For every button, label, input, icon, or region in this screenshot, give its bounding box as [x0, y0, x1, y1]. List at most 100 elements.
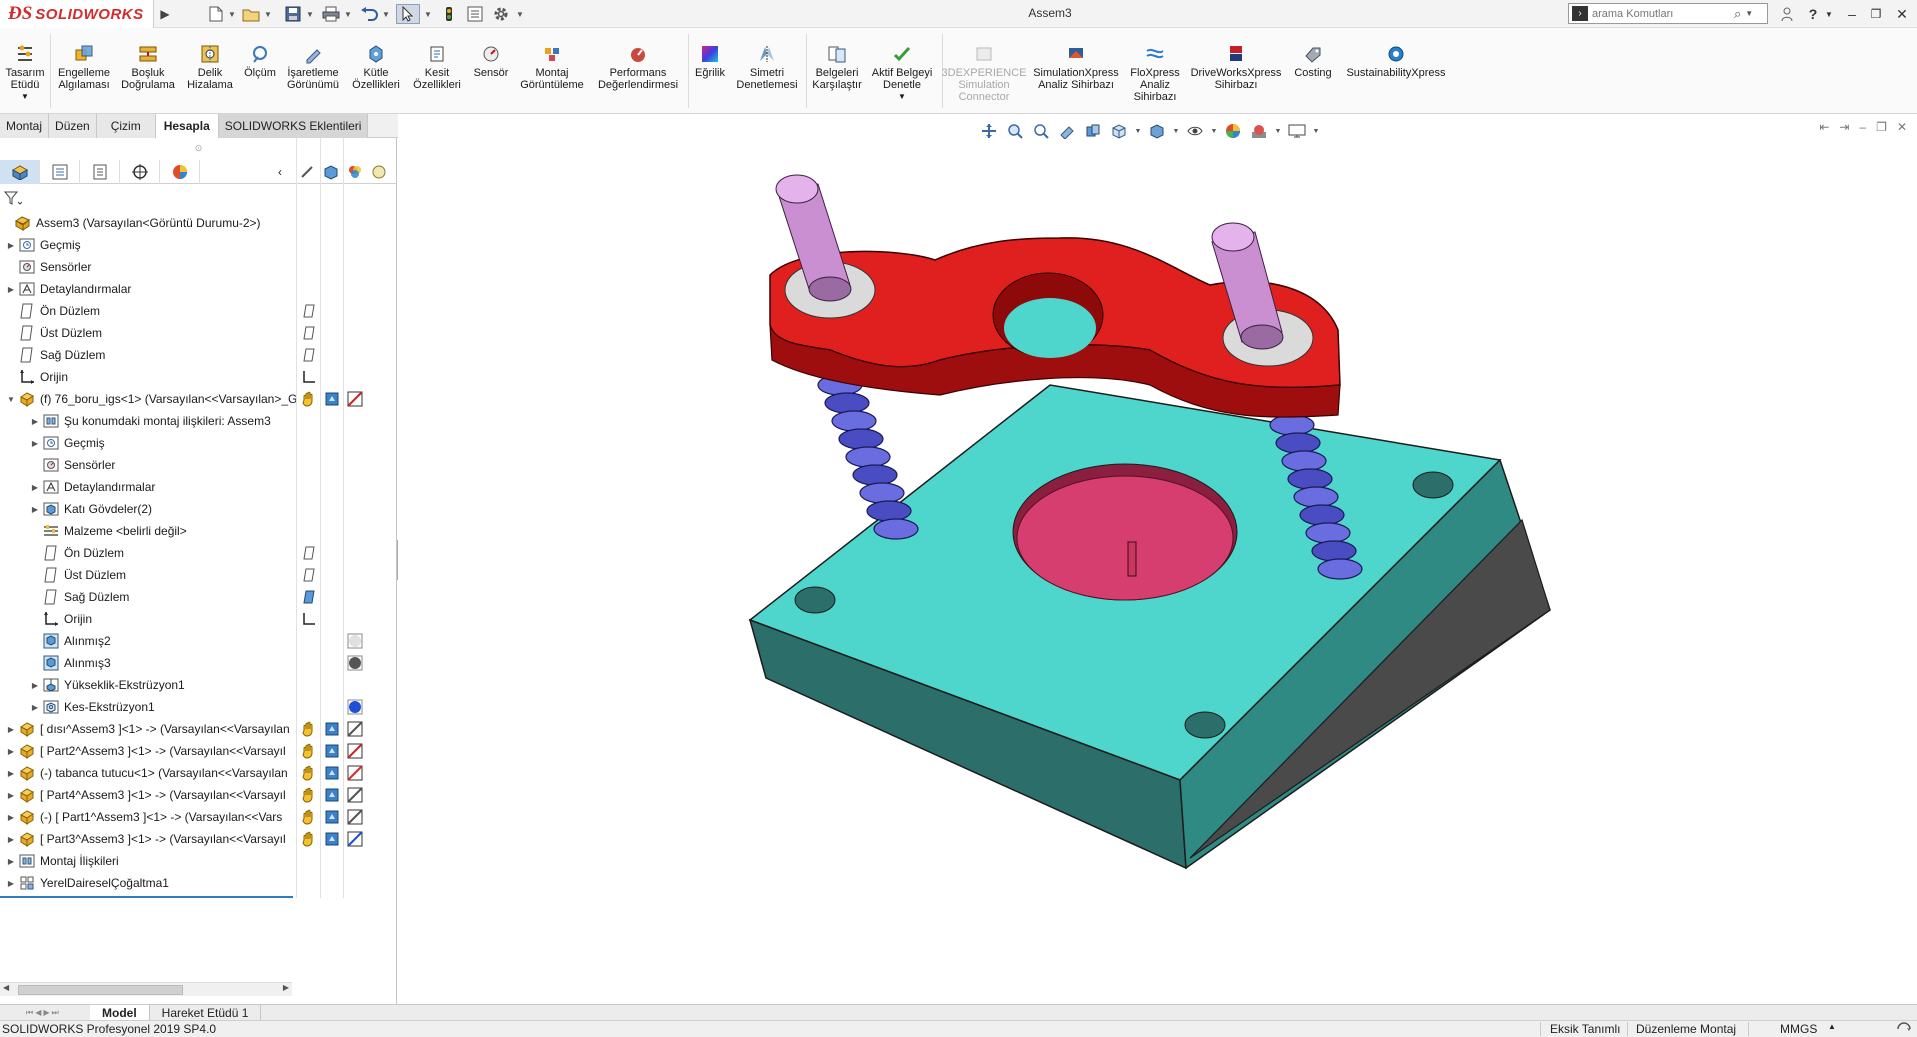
tree-item[interactable]: Sağ Düzlem — [0, 344, 296, 366]
symmetry-check-button[interactable]: Simetri Denetlemesi — [732, 44, 802, 91]
transparency-icon[interactable] — [368, 160, 390, 184]
display-state-icon[interactable] — [322, 806, 342, 828]
feature-manager-tab[interactable] — [0, 160, 40, 184]
center-pin[interactable] — [1127, 541, 1137, 577]
section-properties-button[interactable]: Kesit Özellikleri — [408, 44, 466, 91]
visibility-state-icon[interactable] — [299, 564, 319, 586]
display-state-icon[interactable] — [322, 762, 342, 784]
left-spring[interactable] — [817, 374, 919, 540]
save-dropdown-icon[interactable]: ▼ — [306, 4, 314, 24]
check-active-document-button[interactable]: Aktif Belgeyi Denetle ▼ — [866, 44, 938, 103]
tree-item[interactable]: ▼ (f) 76_boru_igs<1> (Varsayılan<<Varsayı… — [0, 388, 296, 410]
appearance-swatch-icon[interactable] — [345, 762, 365, 784]
tree-item[interactable]: ▶ Yükseklik-Ekstrüzyon1 — [0, 674, 296, 696]
close-window-icon[interactable]: ✕ — [1892, 4, 1912, 24]
tree-item[interactable]: Orijin — [0, 608, 296, 630]
assembly-visualization-button[interactable]: Montaj Görüntüleme — [516, 44, 588, 91]
search-dropdown-icon[interactable]: ▼ — [1745, 9, 1753, 18]
tab-model[interactable]: Model — [90, 1004, 150, 1021]
visibility-state-icon[interactable] — [299, 784, 319, 806]
tree-item[interactable]: ▶ [ Part4^Assem3 ]<1> -> (Varsayılan<<Var… — [0, 784, 296, 806]
scrollbar-thumb[interactable] — [18, 985, 183, 995]
compare-documents-button[interactable]: Belgeleri Karşılaştır — [810, 44, 864, 91]
display-state-icon[interactable] — [322, 828, 342, 850]
tree-item[interactable]: Sensörler — [0, 256, 296, 278]
appearance-swatch-icon[interactable] — [345, 806, 365, 828]
mounting-hole[interactable] — [794, 586, 836, 614]
restore-window-icon[interactable]: ❐ — [1866, 4, 1886, 24]
expand-arrow-icon[interactable]: ▶ — [6, 813, 16, 822]
rebuild-status-icon[interactable] — [1896, 1022, 1912, 1037]
expand-arrow-icon[interactable]: ▶ — [6, 769, 16, 778]
tree-item[interactable]: Üst Düzlem — [0, 322, 296, 344]
tree-item[interactable]: Üst Düzlem — [0, 564, 296, 586]
visibility-state-icon[interactable] — [299, 740, 319, 762]
expand-arrow-icon[interactable]: ▶ — [6, 747, 16, 756]
options-gear-icon[interactable] — [490, 4, 512, 24]
appearance-swatch-icon[interactable] — [345, 718, 365, 740]
3d-model-assembly[interactable] — [398, 114, 1917, 1004]
minimize-window-icon[interactable]: – — [1842, 4, 1862, 24]
expand-arrow-icon[interactable]: ▶ — [6, 725, 16, 734]
tab-hesapla[interactable]: Hesapla — [155, 114, 219, 138]
visibility-state-icon[interactable] — [299, 344, 319, 366]
print-icon[interactable] — [320, 4, 342, 24]
tree-item[interactable]: ▶ (-) tabanca tutucu<1> (Varsayılan<<Vars… — [0, 762, 296, 784]
dropdown-icon[interactable]: ▼ — [21, 91, 29, 103]
expand-arrow-icon[interactable]: ▶ — [6, 285, 16, 294]
graphics-area[interactable]: ▼ ▼ ▼ ▼ ▼ ⇤ ⇥ – ❐ ✕ — [398, 114, 1917, 1037]
appearance-swatch-icon[interactable] — [345, 630, 365, 652]
appearance-icon[interactable] — [344, 160, 366, 184]
menu-expand-arrow[interactable]: ▶ — [156, 0, 174, 28]
tree-item[interactable]: ▶ [ Part2^Assem3 ]<1> -> (Varsayılan<<Var… — [0, 740, 296, 762]
help-dropdown-icon[interactable]: ▼ — [1824, 4, 1834, 24]
horizontal-scrollbar[interactable]: ◀ ▶ — [0, 982, 292, 996]
print-dropdown-icon[interactable]: ▼ — [344, 4, 352, 24]
appearance-swatch-icon[interactable] — [345, 388, 365, 410]
markup-view-button[interactable]: İşaretleme Görünümü — [282, 44, 344, 91]
expand-arrow-icon[interactable]: ▶ — [30, 417, 40, 426]
visibility-state-icon[interactable] — [299, 762, 319, 784]
new-document-icon[interactable] — [206, 4, 226, 24]
property-manager-tab[interactable] — [40, 160, 80, 184]
tree-item[interactable]: ▶ Detaylandırmalar — [0, 278, 296, 300]
tab-solidworks-eklentileri[interactable]: SOLIDWORKS Eklentileri — [218, 114, 369, 138]
magnifier-icon[interactable]: ⌕ — [1734, 6, 1741, 22]
clearance-verification-button[interactable]: Boşluk Doğrulama — [118, 44, 178, 91]
display-state-icon[interactable] — [322, 718, 342, 740]
appearance-swatch-icon[interactable] — [345, 740, 365, 762]
user-account-icon[interactable] — [1778, 4, 1796, 24]
expand-arrow-icon[interactable]: ▶ — [30, 483, 40, 492]
options-dropdown-icon[interactable]: ▼ — [516, 4, 524, 24]
visibility-state-icon[interactable] — [299, 828, 319, 850]
next-tab-icon[interactable]: ▶ — [43, 1008, 49, 1017]
help-icon[interactable]: ? — [1804, 4, 1822, 24]
visibility-state-icon[interactable] — [299, 322, 319, 344]
tree-item[interactable]: ▶ (-) [ Part1^Assem3 ]<1> -> (Varsayılan<… — [0, 806, 296, 828]
open-document-icon[interactable] — [240, 4, 262, 24]
visibility-state-icon[interactable] — [299, 300, 319, 322]
appearance-swatch-icon[interactable] — [345, 696, 365, 718]
units-dropdown-icon[interactable]: ▲ — [1828, 1022, 1836, 1031]
expand-arrow-icon[interactable]: ▶ — [30, 439, 40, 448]
mounting-hole[interactable] — [1184, 711, 1226, 739]
configuration-manager-tab[interactable] — [80, 160, 120, 184]
hole-alignment-button[interactable]: Delik Hizalama — [182, 44, 238, 91]
performance-evaluation-button[interactable]: Performans Değerlendirmesi — [592, 44, 684, 91]
tree-item[interactable]: Orijin — [0, 366, 296, 388]
expand-arrow-icon[interactable]: ▶ — [6, 835, 16, 844]
mounting-hole[interactable] — [1412, 471, 1454, 499]
bowl-cavity[interactable] — [1016, 475, 1234, 601]
search-commands-box[interactable]: › ⌕ ▼ — [1568, 3, 1768, 24]
save-icon[interactable] — [282, 4, 304, 24]
floxpress-button[interactable]: FloXpress Analiz Sihirbazı — [1126, 44, 1184, 103]
prev-tab-icon[interactable]: ◀ — [35, 1008, 41, 1017]
sensor-button[interactable]: Sensör — [470, 44, 512, 79]
appearance-swatch-icon[interactable] — [345, 784, 365, 806]
panel-grip[interactable]: ⊙ — [0, 138, 397, 158]
simulationxpress-button[interactable]: SimulationXpress Analiz Sihirbazı — [1026, 44, 1126, 91]
interference-detection-button[interactable]: Engelleme Algılaması — [54, 44, 114, 91]
display-manager-tab[interactable] — [160, 160, 200, 184]
tab-duzen[interactable]: Düzen — [49, 114, 97, 138]
rebuild-icon[interactable] — [440, 4, 458, 24]
